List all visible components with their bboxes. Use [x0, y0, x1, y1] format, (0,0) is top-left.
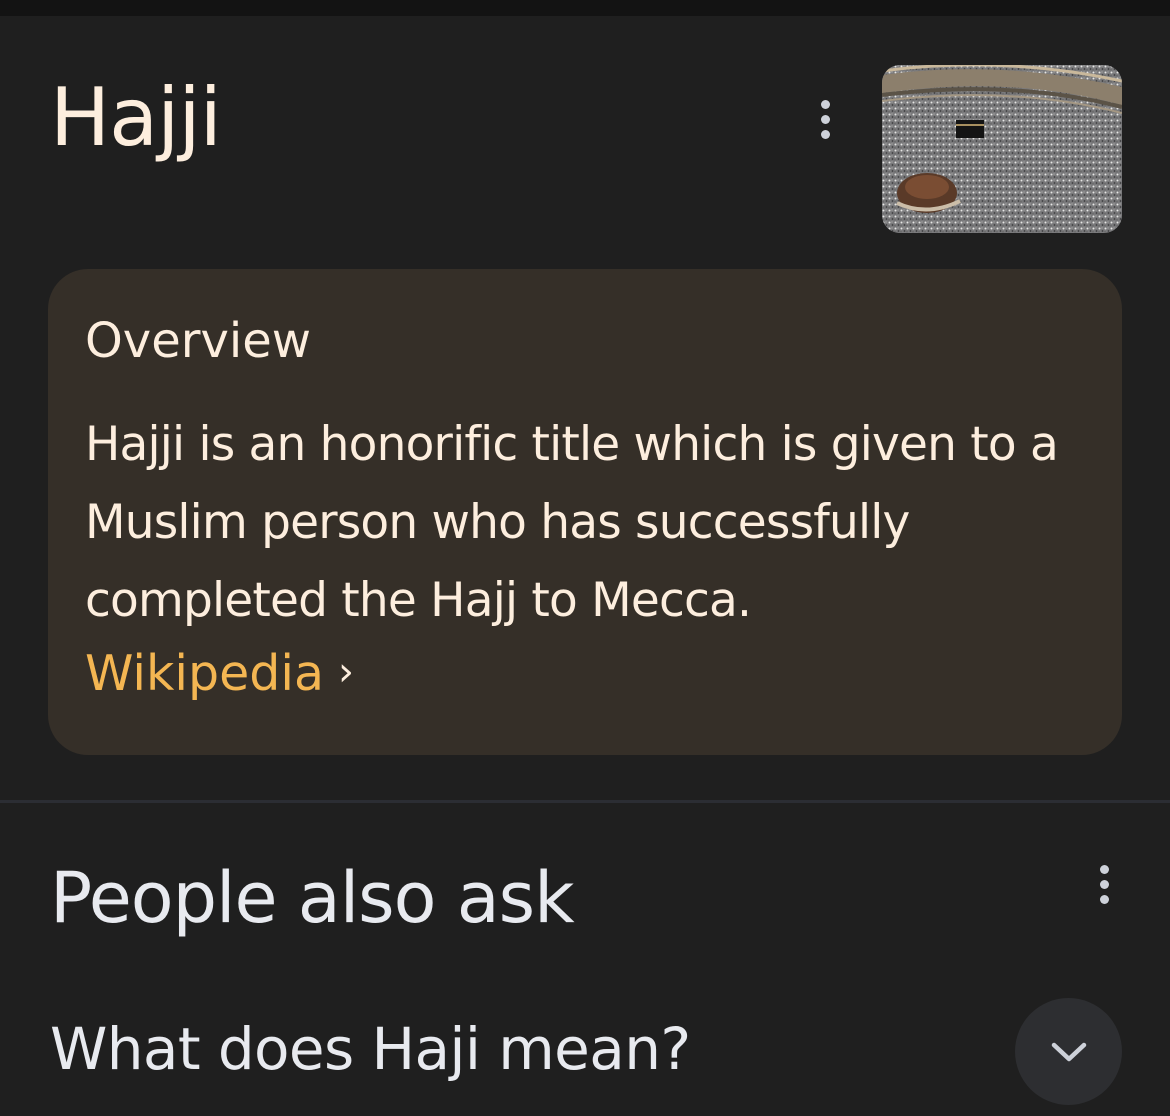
chevron-right-icon: ›: [337, 648, 354, 695]
paa-more-options-button[interactable]: [1089, 865, 1119, 904]
overview-card: Overview Hajji is an honorific title whi…: [48, 269, 1122, 755]
more-vert-icon: [1099, 865, 1109, 874]
chevron-down-icon: [1051, 1042, 1086, 1061]
wikipedia-link-label: Wikipedia: [85, 645, 324, 702]
paa-question[interactable]: What does Haji mean?: [50, 1020, 691, 1078]
more-vert-icon: [820, 100, 830, 109]
people-also-ask-heading: People also ask: [50, 857, 575, 939]
overview-heading: Overview: [85, 313, 311, 369]
wikipedia-link[interactable]: Wikipedia ›: [85, 649, 354, 698]
entity-thumbnail[interactable]: [882, 65, 1122, 233]
kaaba-photo-icon: [882, 65, 1122, 233]
more-options-button[interactable]: [810, 100, 840, 139]
status-bar-edge: [0, 0, 1170, 16]
section-divider: [0, 800, 1170, 803]
more-vert-icon-dot: [820, 130, 830, 139]
entity-title: Hajji: [50, 71, 222, 164]
expand-question-button[interactable]: [1015, 998, 1122, 1105]
more-vert-icon-dot: [1099, 880, 1109, 889]
overview-description: Hajji is an honorific title which is giv…: [85, 417, 1059, 628]
more-vert-icon-dot: [820, 115, 830, 124]
more-vert-icon-dot: [1099, 895, 1109, 904]
